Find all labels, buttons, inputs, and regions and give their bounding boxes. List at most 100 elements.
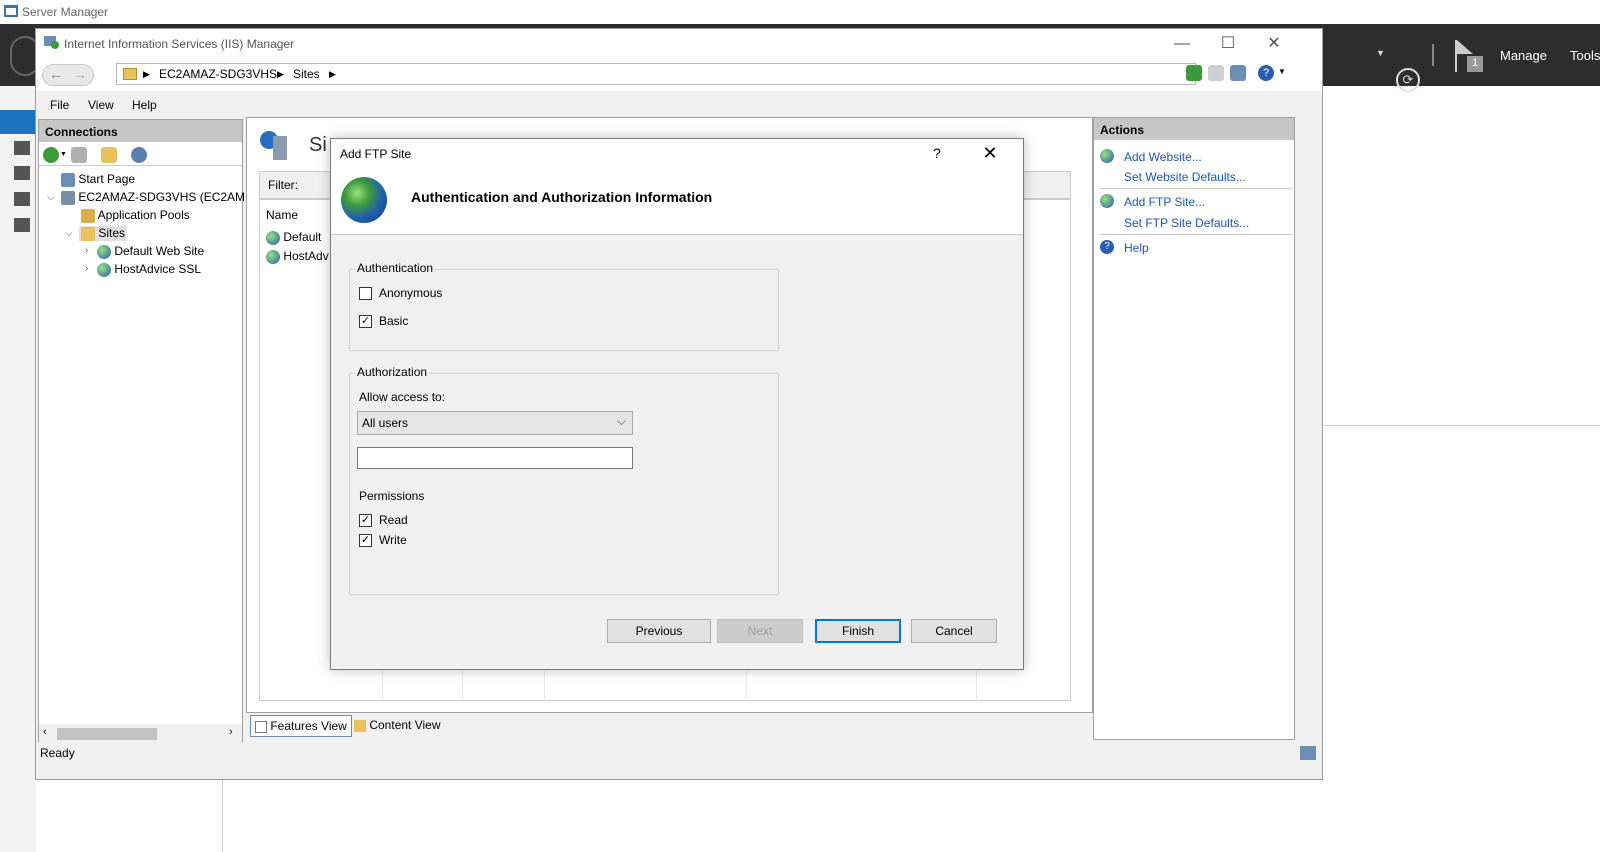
divider	[1100, 234, 1292, 235]
dialog-banner: Authentication and Authorization Informa…	[331, 169, 1023, 235]
divider	[1324, 425, 1600, 426]
server-manager-title: Server Manager	[22, 5, 109, 19]
refresh-icon[interactable]: ⟳	[1396, 68, 1420, 92]
cancel-button[interactable]: Cancel	[911, 619, 997, 643]
help-icon[interactable]: ?	[1258, 65, 1274, 81]
breadcrumb-sites[interactable]: Sites	[293, 67, 320, 81]
expand-icon[interactable]: ›	[85, 263, 88, 274]
add-ftp-site-link[interactable]: Add FTP Site...	[1124, 195, 1205, 209]
help-link[interactable]: Help	[1124, 241, 1149, 255]
close-button[interactable]: ✕	[1254, 33, 1294, 55]
dropdown-arrow-icon[interactable]: ▼	[1376, 48, 1385, 58]
tree-hostadvice-ssl[interactable]: HostAdvice SSL	[97, 262, 201, 277]
connect-icon[interactable]	[43, 147, 59, 163]
manage-menu[interactable]: Manage	[1500, 48, 1547, 63]
tree-default-web-site[interactable]: Default Web Site	[97, 244, 204, 259]
server-icon	[61, 190, 75, 205]
dashboard-icon[interactable]	[0, 110, 36, 134]
scroll-right-icon[interactable]: ›	[229, 726, 233, 738]
all-servers-icon[interactable]	[14, 166, 30, 180]
local-server-icon[interactable]	[14, 141, 30, 155]
add-website-link[interactable]: Add Website...	[1124, 150, 1202, 164]
tab-content-view[interactable]: Content View	[350, 715, 445, 737]
checkmark-icon: ✓	[360, 514, 371, 526]
save-icon[interactable]	[71, 147, 87, 163]
set-ftp-defaults-link[interactable]: Set FTP Site Defaults...	[1124, 216, 1249, 230]
basic-checkbox[interactable]: ✓	[359, 315, 372, 328]
dialog-heading: Authentication and Authorization Informa…	[411, 189, 713, 205]
menu-file[interactable]: File	[50, 98, 69, 112]
forward-arrow-icon[interactable]: →	[73, 66, 87, 82]
expand-icon[interactable]: ›	[85, 245, 88, 256]
file-services-icon[interactable]	[14, 192, 30, 206]
finish-button[interactable]: Finish	[815, 619, 901, 643]
column-header-name[interactable]: Name	[266, 208, 298, 222]
authorization-group	[349, 373, 779, 595]
list-item[interactable]: Default	[266, 230, 321, 245]
authentication-group	[349, 269, 779, 351]
dialog-help-button[interactable]: ?	[933, 145, 941, 161]
chevron-right-icon[interactable]: ▶	[143, 69, 150, 80]
actions-header: Actions	[1094, 118, 1294, 140]
set-website-defaults-link[interactable]: Set Website Defaults...	[1124, 170, 1246, 184]
tab-features-view[interactable]: Features View	[250, 715, 352, 737]
back-arrow-icon[interactable]: ←	[49, 66, 63, 82]
dialog-close-button[interactable]: ✕	[973, 141, 1007, 165]
chevron-right-icon[interactable]: ▶	[329, 69, 336, 80]
write-checkbox[interactable]: ✓	[359, 534, 372, 547]
scrollbar-thumb[interactable]	[57, 728, 157, 740]
horizontal-scrollbar[interactable]: ‹ ›	[39, 724, 242, 742]
user-role-input[interactable]	[357, 447, 633, 469]
checkmark-icon: ✓	[360, 315, 371, 327]
address-field[interactable]: ▶ EC2AMAZ-SDG3VHS ▶ Sites ▶	[116, 63, 1196, 85]
authorization-group-label: Authorization	[355, 365, 430, 379]
collapse-icon[interactable]: ⌵	[47, 192, 55, 203]
connections-header: Connections	[39, 120, 242, 142]
features-view-icon	[255, 720, 267, 733]
tree-server[interactable]: EC2AMAZ-SDG3VHS (EC2AM	[61, 190, 245, 205]
iis-window-title: Internet Information Services (IIS) Mana…	[64, 37, 295, 51]
breadcrumb-server[interactable]: EC2AMAZ-SDG3VHS	[159, 67, 277, 81]
menu-help[interactable]: Help	[132, 98, 157, 112]
menu-view[interactable]: View	[88, 98, 114, 112]
minimize-button[interactable]: —	[1162, 33, 1202, 55]
iis-role-icon[interactable]	[14, 218, 30, 232]
list-item[interactable]: HostAdv	[266, 249, 329, 264]
chevron-down-icon: ⌵	[616, 414, 626, 428]
server-manager-icon	[4, 5, 18, 17]
previous-button[interactable]: Previous	[607, 619, 711, 643]
read-checkbox[interactable]: ✓	[359, 514, 372, 527]
chevron-right-icon[interactable]: ▶	[277, 69, 284, 80]
chevron-down-icon[interactable]: ▼	[1278, 67, 1286, 76]
scroll-left-icon[interactable]: ‹	[43, 726, 47, 738]
tools-menu[interactable]: Tools	[1570, 48, 1600, 63]
allow-access-select[interactable]: All users ⌵	[357, 411, 633, 435]
allow-access-label: Allow access to:	[359, 390, 446, 404]
divider	[1432, 44, 1434, 66]
stop-icon[interactable]	[1208, 65, 1224, 81]
page-title: Si	[309, 134, 327, 156]
permissions-label: Permissions	[359, 489, 425, 503]
application-pools-icon	[81, 208, 95, 223]
up-folder-icon[interactable]	[101, 147, 117, 163]
refresh-page-icon[interactable]	[1186, 65, 1202, 81]
globe-icon	[266, 230, 280, 245]
anonymous-label: Anonymous	[379, 286, 443, 300]
server-manager-sidebar	[0, 86, 36, 852]
status-text: Ready	[40, 746, 75, 760]
filter-label: Filter:	[268, 178, 298, 192]
connections-pane: Connections ▼ Start Page ⌵ EC2AMAZ-SDG3V…	[38, 119, 245, 749]
notifications-flag-icon[interactable]: 1	[1455, 40, 1483, 72]
tree-sites[interactable]: Sites	[79, 226, 128, 241]
home-icon[interactable]	[1230, 65, 1246, 81]
tree-application-pools[interactable]: Application Pools	[81, 208, 190, 223]
tree-start-page[interactable]: Start Page	[61, 172, 135, 187]
anonymous-checkbox[interactable]	[359, 287, 372, 300]
globe-icon	[97, 244, 111, 259]
disconnect-icon[interactable]	[131, 147, 147, 163]
chevron-down-icon[interactable]: ▼	[60, 151, 67, 158]
maximize-button[interactable]: ☐	[1208, 33, 1248, 55]
divider	[222, 780, 223, 852]
next-button[interactable]: Next	[717, 619, 803, 643]
collapse-icon[interactable]: ⌵	[65, 228, 73, 239]
